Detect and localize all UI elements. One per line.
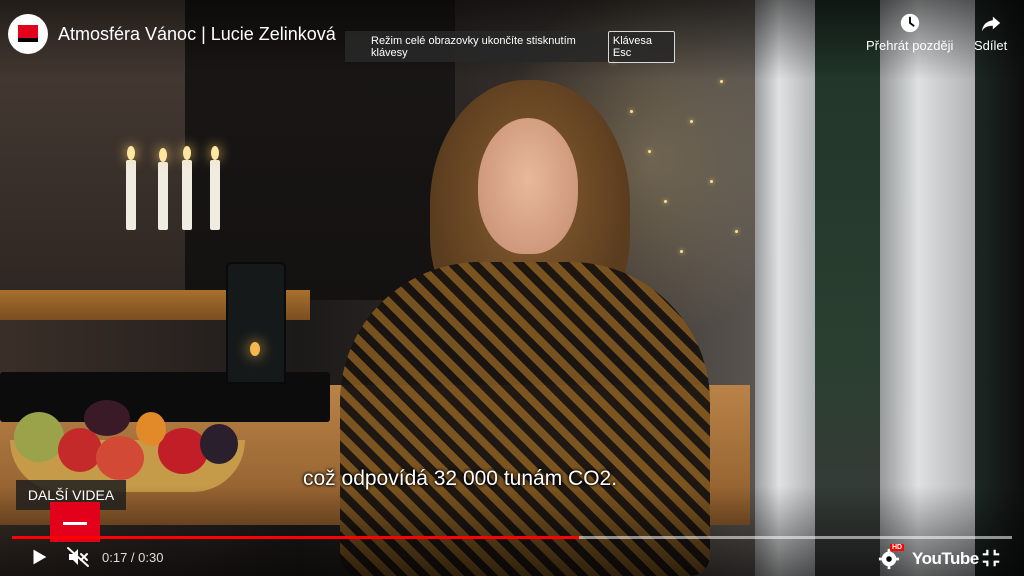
logo-black-bar (18, 38, 38, 42)
clock-icon (900, 13, 919, 33)
scene-fairy-light (664, 200, 667, 203)
scene-fruit (14, 412, 64, 462)
fullscreen-exit-toast: Režim celé obrazovky ukončíte stisknutím… (345, 30, 675, 63)
scene-flame (183, 146, 191, 160)
scene-fairy-light (690, 120, 693, 123)
caption-text: což odpovídá 32 000 tunám CO2. (303, 467, 618, 490)
watch-later-button[interactable]: Přehrát později (866, 12, 953, 53)
youtube-logo[interactable]: YouTube (912, 549, 979, 569)
scene-lantern (226, 262, 286, 384)
exit-fullscreen-icon[interactable] (980, 547, 1002, 569)
share-label: Sdílet (974, 38, 1008, 53)
hd-badge: HD (890, 544, 905, 551)
scene-fairy-light (735, 230, 738, 233)
video-player[interactable]: Atmosféra Vánoc | Lucie Zelinková Režim … (0, 0, 1024, 576)
scene-candle (158, 162, 168, 230)
channel-avatar[interactable] (8, 14, 48, 54)
scene-fairy-light (680, 250, 683, 253)
scene-fruit (136, 412, 166, 446)
share-button[interactable]: Sdílet (974, 12, 1007, 53)
watch-later-label: Přehrát později (866, 38, 954, 53)
scene-fruit (200, 424, 238, 464)
scene-flame (211, 146, 219, 160)
progress-played (12, 536, 579, 539)
scene-fairy-light (630, 110, 633, 113)
scene-candle (182, 160, 192, 230)
settings-button[interactable]: HD (878, 544, 905, 570)
scene-fairy-light (720, 80, 723, 83)
toast-key-badge: Klávesa Esc (607, 30, 675, 63)
mute-icon[interactable] (66, 545, 90, 569)
settings-icon (878, 548, 900, 570)
play-icon[interactable] (28, 546, 50, 568)
scene-person-face (478, 118, 578, 254)
thumbnail-logo-bar (63, 522, 87, 525)
toast-message: Režim celé obrazovky ukončíte stisknutím… (371, 34, 576, 59)
scene-flame (127, 146, 135, 160)
share-icon (981, 16, 1000, 32)
scene-fairy-light (648, 150, 651, 153)
scene-candle (126, 160, 136, 230)
logo-red-block (18, 25, 38, 38)
scene-candle (210, 160, 220, 230)
progress-bar[interactable] (12, 536, 1012, 539)
time-display: 0:17 / 0:30 (102, 550, 164, 565)
scene-fruit (96, 436, 144, 480)
scene-fruit (58, 428, 102, 472)
scene-flame (159, 148, 167, 162)
scene-fairy-light (710, 180, 713, 183)
video-title[interactable]: Atmosféra Vánoc | Lucie Zelinková (58, 24, 336, 45)
scene-fruit (84, 400, 130, 436)
